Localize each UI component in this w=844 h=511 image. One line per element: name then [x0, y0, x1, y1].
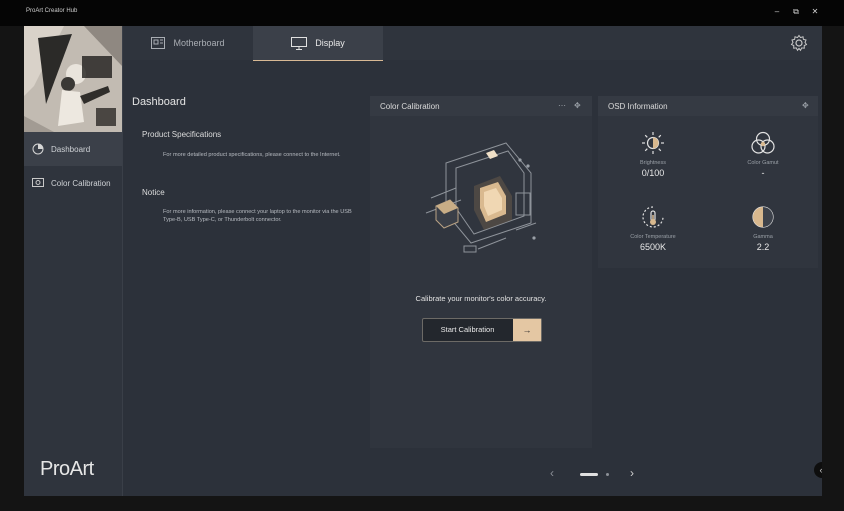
osd-value: 6500K: [639, 242, 667, 252]
product-spec-text: For more detailed product specifications…: [163, 152, 341, 158]
osd-label: Color Temperature: [630, 234, 676, 240]
osd-label: Gamma: [753, 234, 773, 240]
top-tabs: Motherboard Display: [123, 26, 822, 61]
panel-title: OSD Information: [608, 102, 668, 111]
motherboard-icon: [151, 37, 166, 49]
osd-color-gamut: Color Gamut -: [708, 130, 818, 178]
sun-icon: [598, 130, 708, 156]
chevron-left-icon[interactable]: ‹: [814, 462, 822, 478]
restore-icon[interactable]: ⧉: [789, 6, 803, 18]
sidebar-item-label: Dashboard: [51, 144, 91, 154]
page-title: Dashboard: [132, 96, 186, 108]
sidebar-item-label: Color Calibration: [51, 178, 111, 188]
sidebar-item-dashboard[interactable]: Dashboard: [24, 132, 122, 166]
panel-header: OSD Information ✥: [598, 96, 818, 116]
osd-brightness: Brightness 0/100: [598, 130, 708, 178]
tab-label: Motherboard: [173, 38, 225, 48]
tab-display[interactable]: Display: [253, 26, 383, 61]
rgb-circles-icon: [708, 130, 818, 156]
window-title: ProArt Creator Hub: [26, 8, 78, 14]
move-icon[interactable]: ✥: [802, 101, 809, 110]
arrow-right-icon: →: [513, 319, 541, 341]
page-indicator[interactable]: [606, 473, 609, 476]
title-bar: ProArt Creator Hub – ⧉ ✕: [0, 0, 844, 26]
tab-label: Display: [315, 38, 345, 48]
product-spec-heading: Product Specifications: [142, 130, 222, 139]
osd-color-temperature: Color Temperature 6500K: [598, 204, 708, 252]
minimize-icon[interactable]: –: [770, 6, 784, 18]
sidebar-item-color-calibration[interactable]: Color Calibration: [24, 166, 122, 200]
hero-artwork: [24, 26, 122, 132]
next-page-icon[interactable]: ›: [630, 466, 634, 480]
osd-gamma: Gamma 2.2: [708, 204, 818, 252]
osd-information-panel: OSD Information ✥ Brightness 0/100 Color…: [598, 96, 818, 268]
calibration-caption: Calibrate your monitor's color accuracy.: [415, 294, 547, 303]
tab-motherboard[interactable]: Motherboard: [123, 26, 253, 60]
calibration-illustration: [416, 138, 546, 263]
more-icon[interactable]: ⋯: [558, 101, 566, 110]
panel-header: Color Calibration ⋯ ✥: [370, 96, 592, 116]
monitor-icon: [291, 36, 308, 50]
half-circle-icon: [708, 204, 818, 230]
notice-text: For more information, please connect you…: [163, 209, 352, 223]
osd-value: 0/100: [641, 168, 665, 178]
close-icon[interactable]: ✕: [808, 6, 822, 18]
page-indicator-active[interactable]: [580, 473, 598, 476]
thermometer-icon: [598, 204, 708, 230]
settings-gear-icon[interactable]: [790, 34, 808, 52]
osd-label: Brightness: [640, 160, 666, 166]
previous-page-icon[interactable]: ‹: [550, 466, 554, 480]
start-calibration-label: Start Calibration: [440, 325, 495, 334]
osd-value: 2.2: [756, 242, 770, 252]
osd-value: -: [761, 168, 765, 178]
brand-logo: ProArt: [40, 458, 94, 480]
clock-dial-icon: [31, 142, 45, 156]
osd-label: Color Gamut: [747, 160, 779, 166]
color-calibration-panel: Color Calibration ⋯ ✥ Calibrate your mon…: [370, 96, 592, 448]
sidebar: Dashboard Color Calibration ProArt: [24, 26, 123, 496]
move-icon[interactable]: ✥: [574, 101, 581, 110]
monitor-calibration-icon: [31, 176, 45, 190]
app-window: Dashboard Color Calibration ProArt Mothe…: [24, 26, 822, 496]
notice-heading: Notice: [142, 188, 165, 197]
start-calibration-button[interactable]: Start Calibration →: [422, 318, 542, 342]
panel-title: Color Calibration: [380, 102, 440, 111]
